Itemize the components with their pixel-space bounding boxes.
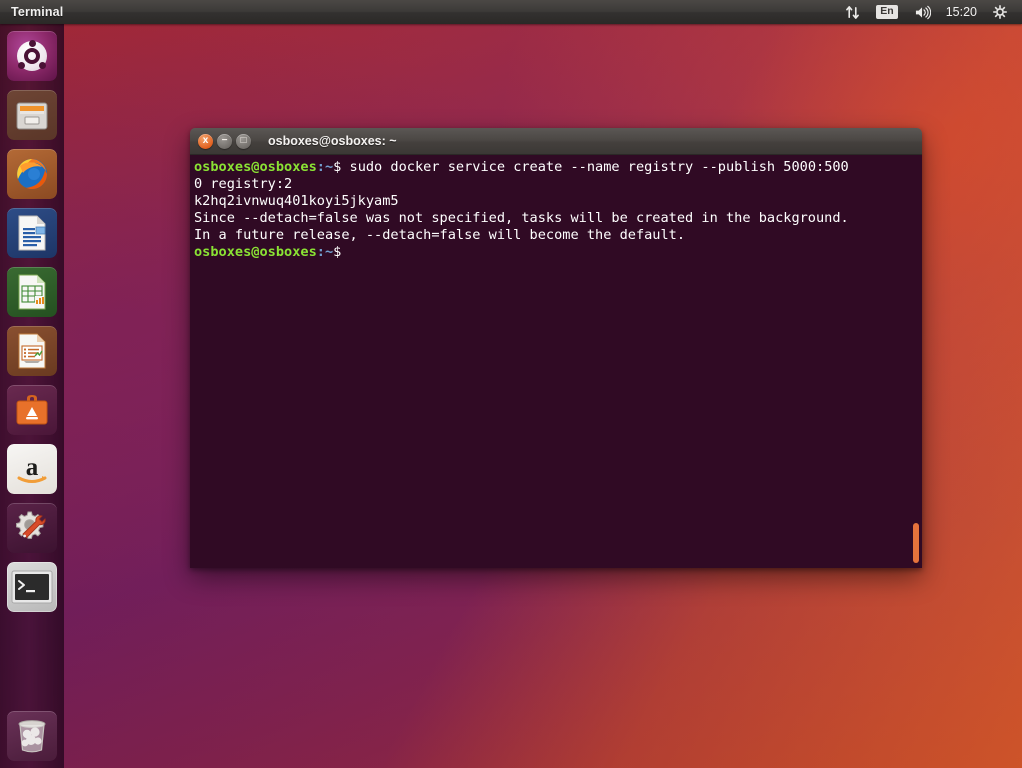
launcher-item-trash[interactable]: [7, 711, 57, 761]
amazon-icon: a: [7, 444, 57, 494]
maximize-button[interactable]: □: [236, 133, 251, 149]
terminal-command: $ sudo docker service create --name regi…: [333, 159, 849, 175]
terminal-icon: [7, 562, 57, 612]
libreoffice-calc-icon: [7, 267, 57, 317]
terminal-output-line: 0 registry:2: [194, 176, 293, 192]
panel-app-title[interactable]: Terminal: [11, 5, 63, 19]
launcher-item-libreoffice-impress[interactable]: [7, 326, 57, 376]
network-icon[interactable]: [837, 0, 868, 24]
launcher-item-ubuntu-software[interactable]: [7, 385, 57, 435]
panel-indicators: En 15:20: [837, 0, 1016, 24]
close-button[interactable]: x: [198, 133, 213, 149]
terminal-scrollbar[interactable]: [912, 155, 921, 568]
terminal-window[interactable]: x − □ osboxes@osboxes: ~ osboxes@osboxes…: [190, 128, 922, 568]
files-icon: [7, 90, 57, 140]
terminal-prompt-path: :~: [316, 244, 334, 260]
launcher-item-libreoffice-writer[interactable]: [7, 208, 57, 258]
terminal-output-line: In a future release, --detach=false will…: [194, 227, 686, 243]
minimize-icon: −: [221, 135, 228, 146]
libreoffice-impress-icon: [7, 326, 57, 376]
close-icon: x: [202, 135, 209, 146]
unity-launcher: a: [0, 24, 64, 768]
terminal-titlebar[interactable]: x − □ osboxes@osboxes: ~: [190, 128, 922, 155]
launcher-item-terminal[interactable]: [7, 562, 57, 612]
desktop-screen: Terminal En 15:20 a x − □ osboxes@osboxe…: [0, 0, 1022, 768]
terminal-body[interactable]: osboxes@osboxes:~$ sudo docker service c…: [190, 155, 922, 568]
maximize-icon: □: [240, 135, 247, 146]
terminal-output-line: k2hq2ivnwuq401koyi5jkyam5: [194, 193, 399, 209]
terminal-line: osboxes@osboxes:~$: [194, 244, 922, 261]
minimize-button[interactable]: −: [217, 133, 232, 149]
terminal-output: osboxes@osboxes:~$ sudo docker service c…: [192, 159, 922, 261]
ubuntu-logo-icon: [7, 31, 57, 81]
launcher-item-amazon[interactable]: a: [7, 444, 57, 494]
terminal-prompt-path: :~: [316, 159, 334, 175]
system-menu-icon[interactable]: [984, 0, 1016, 24]
terminal-scrollbar-thumb[interactable]: [913, 523, 919, 563]
terminal-title: osboxes@osboxes: ~: [268, 134, 397, 148]
libreoffice-writer-icon: [7, 208, 57, 258]
terminal-command: $: [333, 244, 342, 260]
terminal-output-line: Since --detach=false was not specified, …: [194, 210, 849, 226]
gear-wrench-icon: [7, 503, 57, 553]
terminal-prompt-user: osboxes@osboxes: [194, 159, 317, 175]
keyboard-layout-indicator[interactable]: En: [868, 0, 905, 24]
volume-icon[interactable]: [906, 0, 939, 24]
trash-icon: [7, 711, 57, 761]
clock[interactable]: 15:20: [939, 0, 984, 24]
launcher-item-system-settings[interactable]: [7, 503, 57, 553]
launcher-item-ubuntu-dash[interactable]: [7, 31, 57, 81]
launcher-item-files[interactable]: [7, 90, 57, 140]
launcher-item-firefox[interactable]: [7, 149, 57, 199]
firefox-icon: [7, 149, 57, 199]
terminal-line: osboxes@osboxes:~$ sudo docker service c…: [194, 159, 922, 176]
top-panel: Terminal En 15:20: [0, 0, 1022, 24]
window-controls: x − □: [198, 133, 251, 149]
keyboard-layout-label: En: [876, 4, 898, 20]
svg-text:a: a: [26, 454, 39, 481]
terminal-prompt-user: osboxes@osboxes: [194, 244, 317, 260]
launcher-item-libreoffice-calc[interactable]: [7, 267, 57, 317]
ubuntu-software-icon: [7, 385, 57, 435]
